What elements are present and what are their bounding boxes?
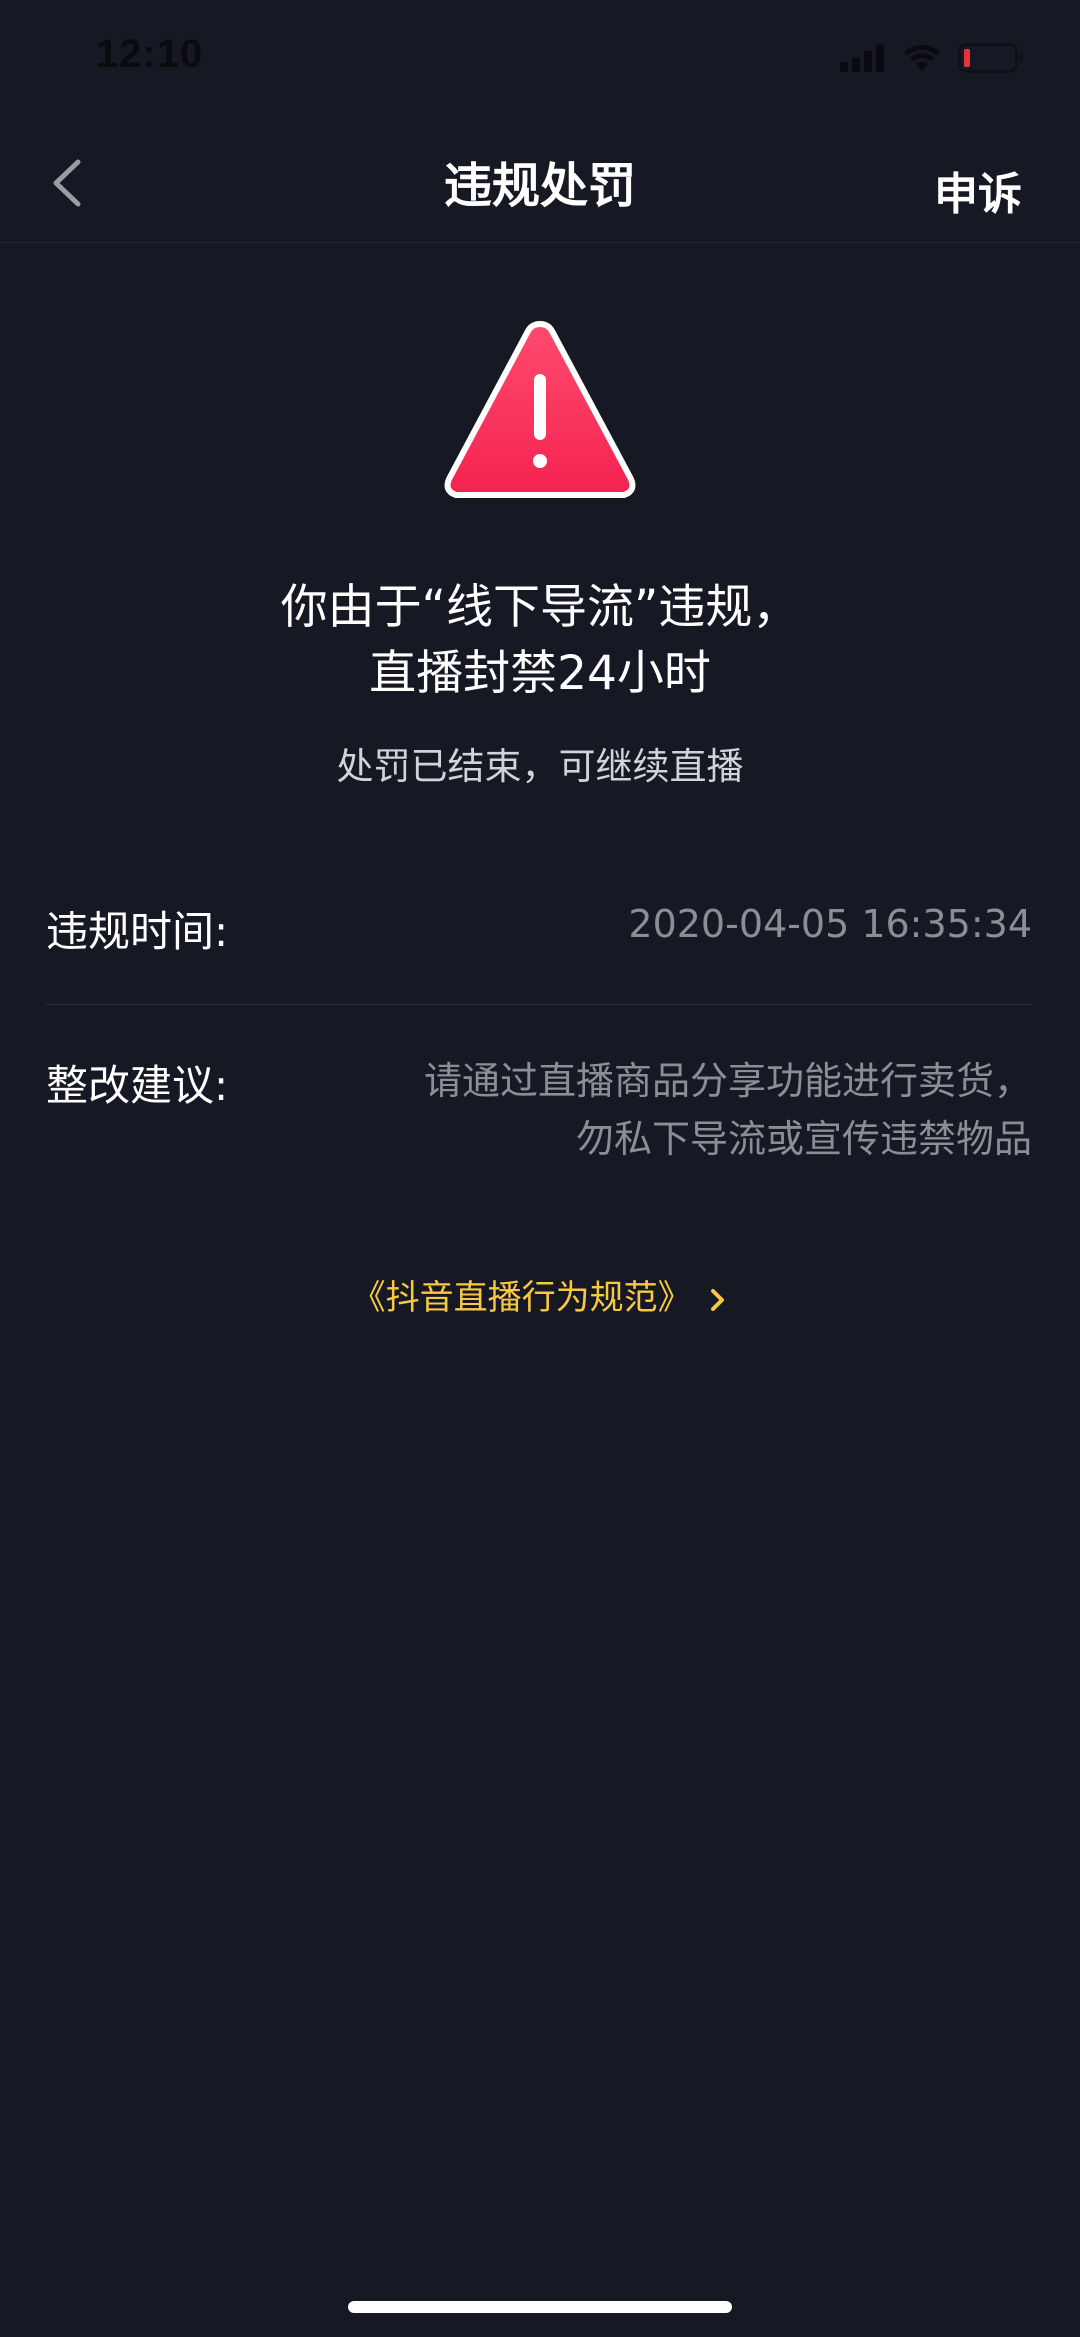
violation-time-row: 违规时间: 2020-04-05 16:35:34 (46, 898, 1032, 1005)
warning-icon (440, 316, 640, 506)
chevron-right-icon (711, 1288, 725, 1311)
appeal-button[interactable]: 申诉 (934, 158, 1022, 222)
live-rules-link[interactable]: 《抖音直播行为规范》 (0, 1270, 1080, 1319)
home-indicator (348, 2301, 732, 2313)
violation-time-value: 2020-04-05 16:35:34 (628, 902, 1032, 946)
page-title: 违规处罚 (443, 158, 636, 214)
battery-icon (958, 43, 1023, 73)
cellular-signal-icon (840, 44, 884, 72)
violation-time-label: 违规时间: (46, 907, 229, 956)
status-icons (840, 38, 1024, 78)
live-rules-link-label: 《抖音直播行为规范》 (351, 1278, 692, 1318)
suggestion-label: 整改建议: (46, 1061, 229, 1110)
headline-line-2: 直播封禁24小时 (369, 646, 711, 701)
penalty-status: 处罚已结束，可继续直播 (336, 745, 744, 788)
violation-headline: 你由于“线下导流”违规， 直播封禁24小时 (0, 575, 1080, 707)
wifi-icon (904, 44, 940, 71)
status-bar: 12:10 (0, 0, 1080, 120)
headline-line-1: 你由于“线下导流”违规， (280, 580, 800, 635)
suggestion-text: 请通过直播商品分享功能进行卖货，勿私下导流或宣传违禁物品 (423, 1059, 1032, 1161)
status-time: 12:10 (96, 32, 204, 76)
nav-bar: 违规处罚 申诉 (0, 120, 1080, 243)
